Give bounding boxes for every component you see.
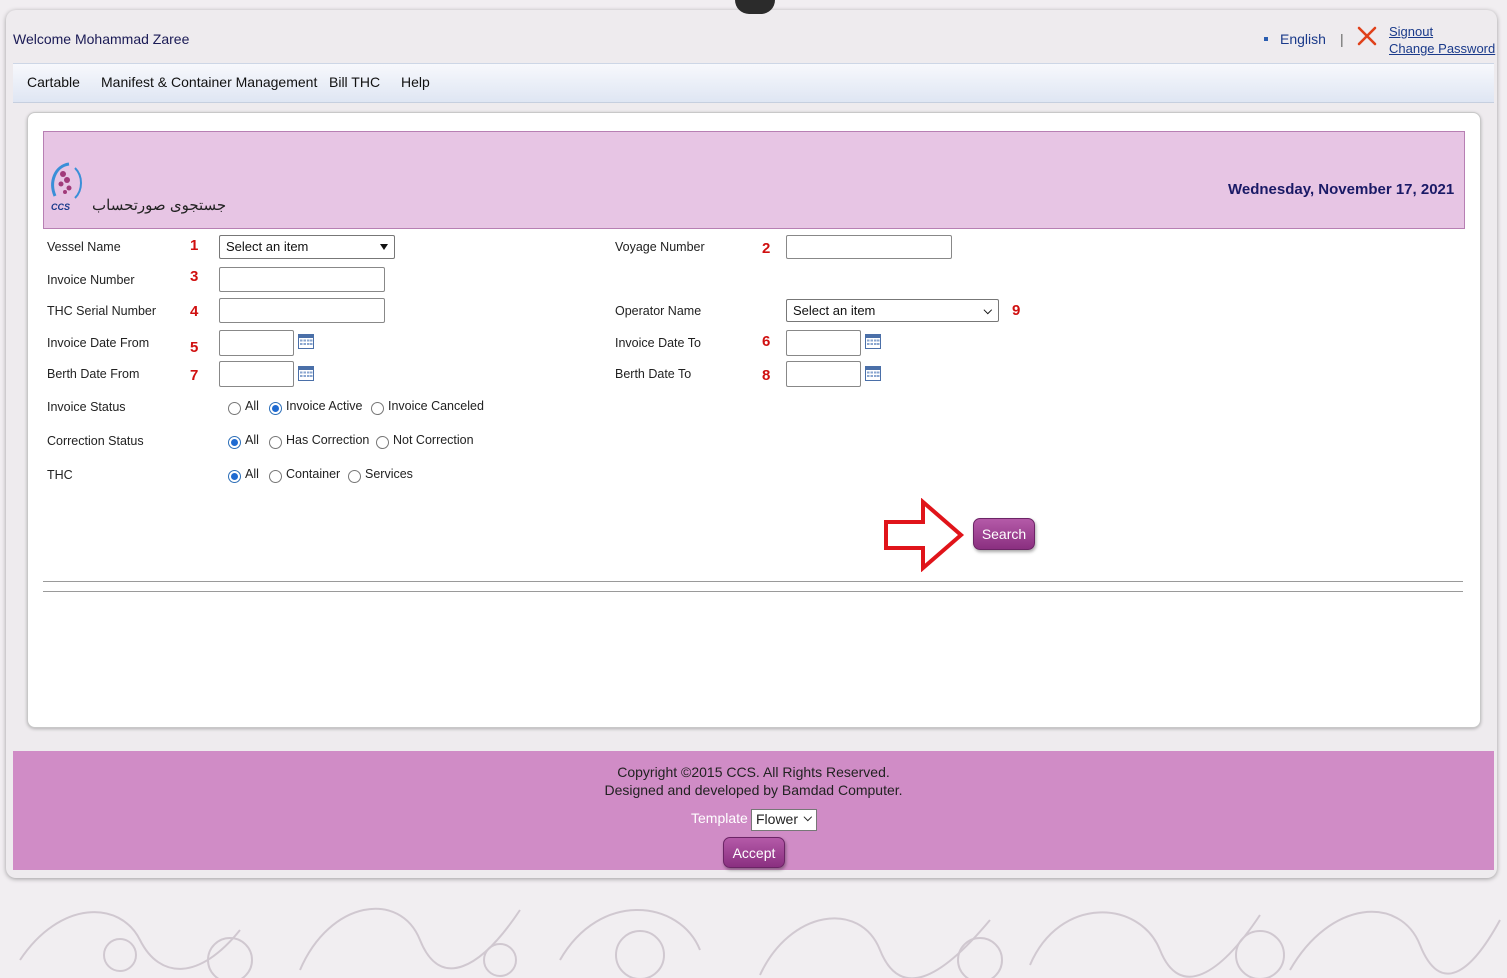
calendar-icon[interactable] [865, 365, 881, 381]
thc-all-label: All [245, 467, 259, 481]
language-link[interactable]: English [1280, 31, 1326, 47]
correction-status-has-label: Has Correction [286, 433, 370, 447]
thc-all-radio[interactable] [228, 470, 241, 483]
thc-services-radio[interactable] [348, 470, 361, 483]
change-password-link[interactable]: Change Password [1389, 41, 1495, 56]
operator-name-select[interactable]: Select an item ⌵ [786, 299, 999, 322]
invoice-status-active-label: Invoice Active [286, 399, 363, 413]
thc-container-label: Container [286, 467, 341, 481]
invoice-status-label: Invoice Status [47, 400, 126, 414]
invoice-status-all-radio[interactable] [228, 402, 241, 415]
marker-5: 5 [190, 339, 199, 356]
invoice-date-from-input[interactable] [219, 330, 294, 356]
invoice-status-all-label: All [245, 399, 259, 413]
invoice-number-input[interactable] [219, 267, 385, 292]
calendar-icon[interactable] [298, 365, 314, 381]
chevron-down-icon: ⌵ [983, 305, 992, 317]
page-title: جستجوی صورتحساب [92, 197, 227, 214]
current-date: Wednesday, November 17, 2021 [1228, 181, 1455, 198]
template-select[interactable]: Flower ⌵ [751, 809, 817, 831]
correction-status-label: Correction Status [47, 434, 144, 448]
chevron-down-icon: ⌵ [803, 812, 812, 824]
marker-1: 1 [190, 237, 199, 254]
close-x-icon[interactable] [1356, 25, 1378, 47]
correction-status-has-radio[interactable] [269, 436, 282, 449]
thc-serial-number-label: THC Serial Number [47, 304, 157, 318]
header-separator: | [1340, 31, 1344, 47]
thc-label: THC [47, 468, 73, 482]
marker-8: 8 [762, 367, 771, 384]
berth-date-to-input[interactable] [786, 361, 861, 387]
marker-7: 7 [190, 367, 199, 384]
red-outline-arrow-icon [884, 498, 965, 572]
page-banner [43, 131, 1465, 229]
search-button[interactable]: Search [973, 518, 1035, 550]
welcome-text: Welcome Mohammad Zaree [13, 31, 190, 47]
calendar-icon[interactable] [865, 333, 881, 349]
vessel-name-select[interactable]: Select an item [219, 235, 395, 259]
copyright-text: Copyright ©2015 CCS. All Rights Reserved… [617, 764, 890, 780]
berth-date-from-label: Berth Date From [47, 367, 140, 381]
marker-6: 6 [762, 333, 771, 350]
svg-text:CCS: CCS [51, 202, 70, 212]
invoice-date-to-label: Invoice Date To [615, 336, 701, 350]
marker-4: 4 [190, 303, 199, 320]
invoice-status-active-radio[interactable] [269, 402, 282, 415]
template-label: Template [691, 810, 748, 826]
caret-down-icon [380, 244, 388, 250]
voyage-number-input[interactable] [786, 235, 952, 259]
correction-status-not-radio[interactable] [376, 436, 389, 449]
correction-status-not-label: Not Correction [393, 433, 474, 447]
berth-date-from-input[interactable] [219, 361, 294, 387]
correction-status-all-label: All [245, 433, 259, 447]
invoice-status-canceled-label: Invoice Canceled [388, 399, 484, 413]
calendar-icon[interactable] [298, 333, 314, 349]
menu-item-bill-thc[interactable]: Bill THC [329, 74, 380, 90]
developer-text: Designed and developed by Bamdad Compute… [604, 782, 903, 798]
menu-item-manifest-container-management[interactable]: Manifest & Container Management [101, 74, 317, 90]
signout-link[interactable]: Signout [1389, 24, 1433, 39]
marker-2: 2 [762, 240, 771, 257]
footer: Copyright ©2015 CCS. All Rights Reserved… [13, 751, 1494, 870]
menu-item-help[interactable]: Help [401, 74, 430, 90]
invoice-number-label: Invoice Number [47, 273, 135, 287]
main-menu-bar: Cartable Manifest & Container Management… [13, 63, 1494, 103]
marker-3: 3 [190, 268, 199, 285]
operator-name-label: Operator Name [615, 304, 702, 318]
invoice-date-to-input[interactable] [786, 330, 861, 356]
divider-bottom [43, 591, 1463, 592]
thc-services-label: Services [365, 467, 413, 481]
berth-date-to-label: Berth Date To [615, 367, 692, 381]
menu-item-cartable[interactable]: Cartable [27, 74, 80, 90]
vessel-name-label: Vessel Name [47, 240, 121, 254]
language-bullet-icon [1264, 37, 1268, 41]
thc-serial-number-input[interactable] [219, 298, 385, 323]
accept-button[interactable]: Accept [723, 837, 785, 868]
voyage-number-label: Voyage Number [615, 240, 705, 254]
invoice-status-canceled-radio[interactable] [371, 402, 384, 415]
divider-top [43, 581, 1463, 582]
ccs-logo-icon: CCS [51, 162, 82, 212]
thc-container-radio[interactable] [269, 470, 282, 483]
correction-status-all-radio[interactable] [228, 436, 241, 449]
invoice-date-from-label: Invoice Date From [47, 336, 150, 350]
marker-9: 9 [1012, 302, 1021, 319]
